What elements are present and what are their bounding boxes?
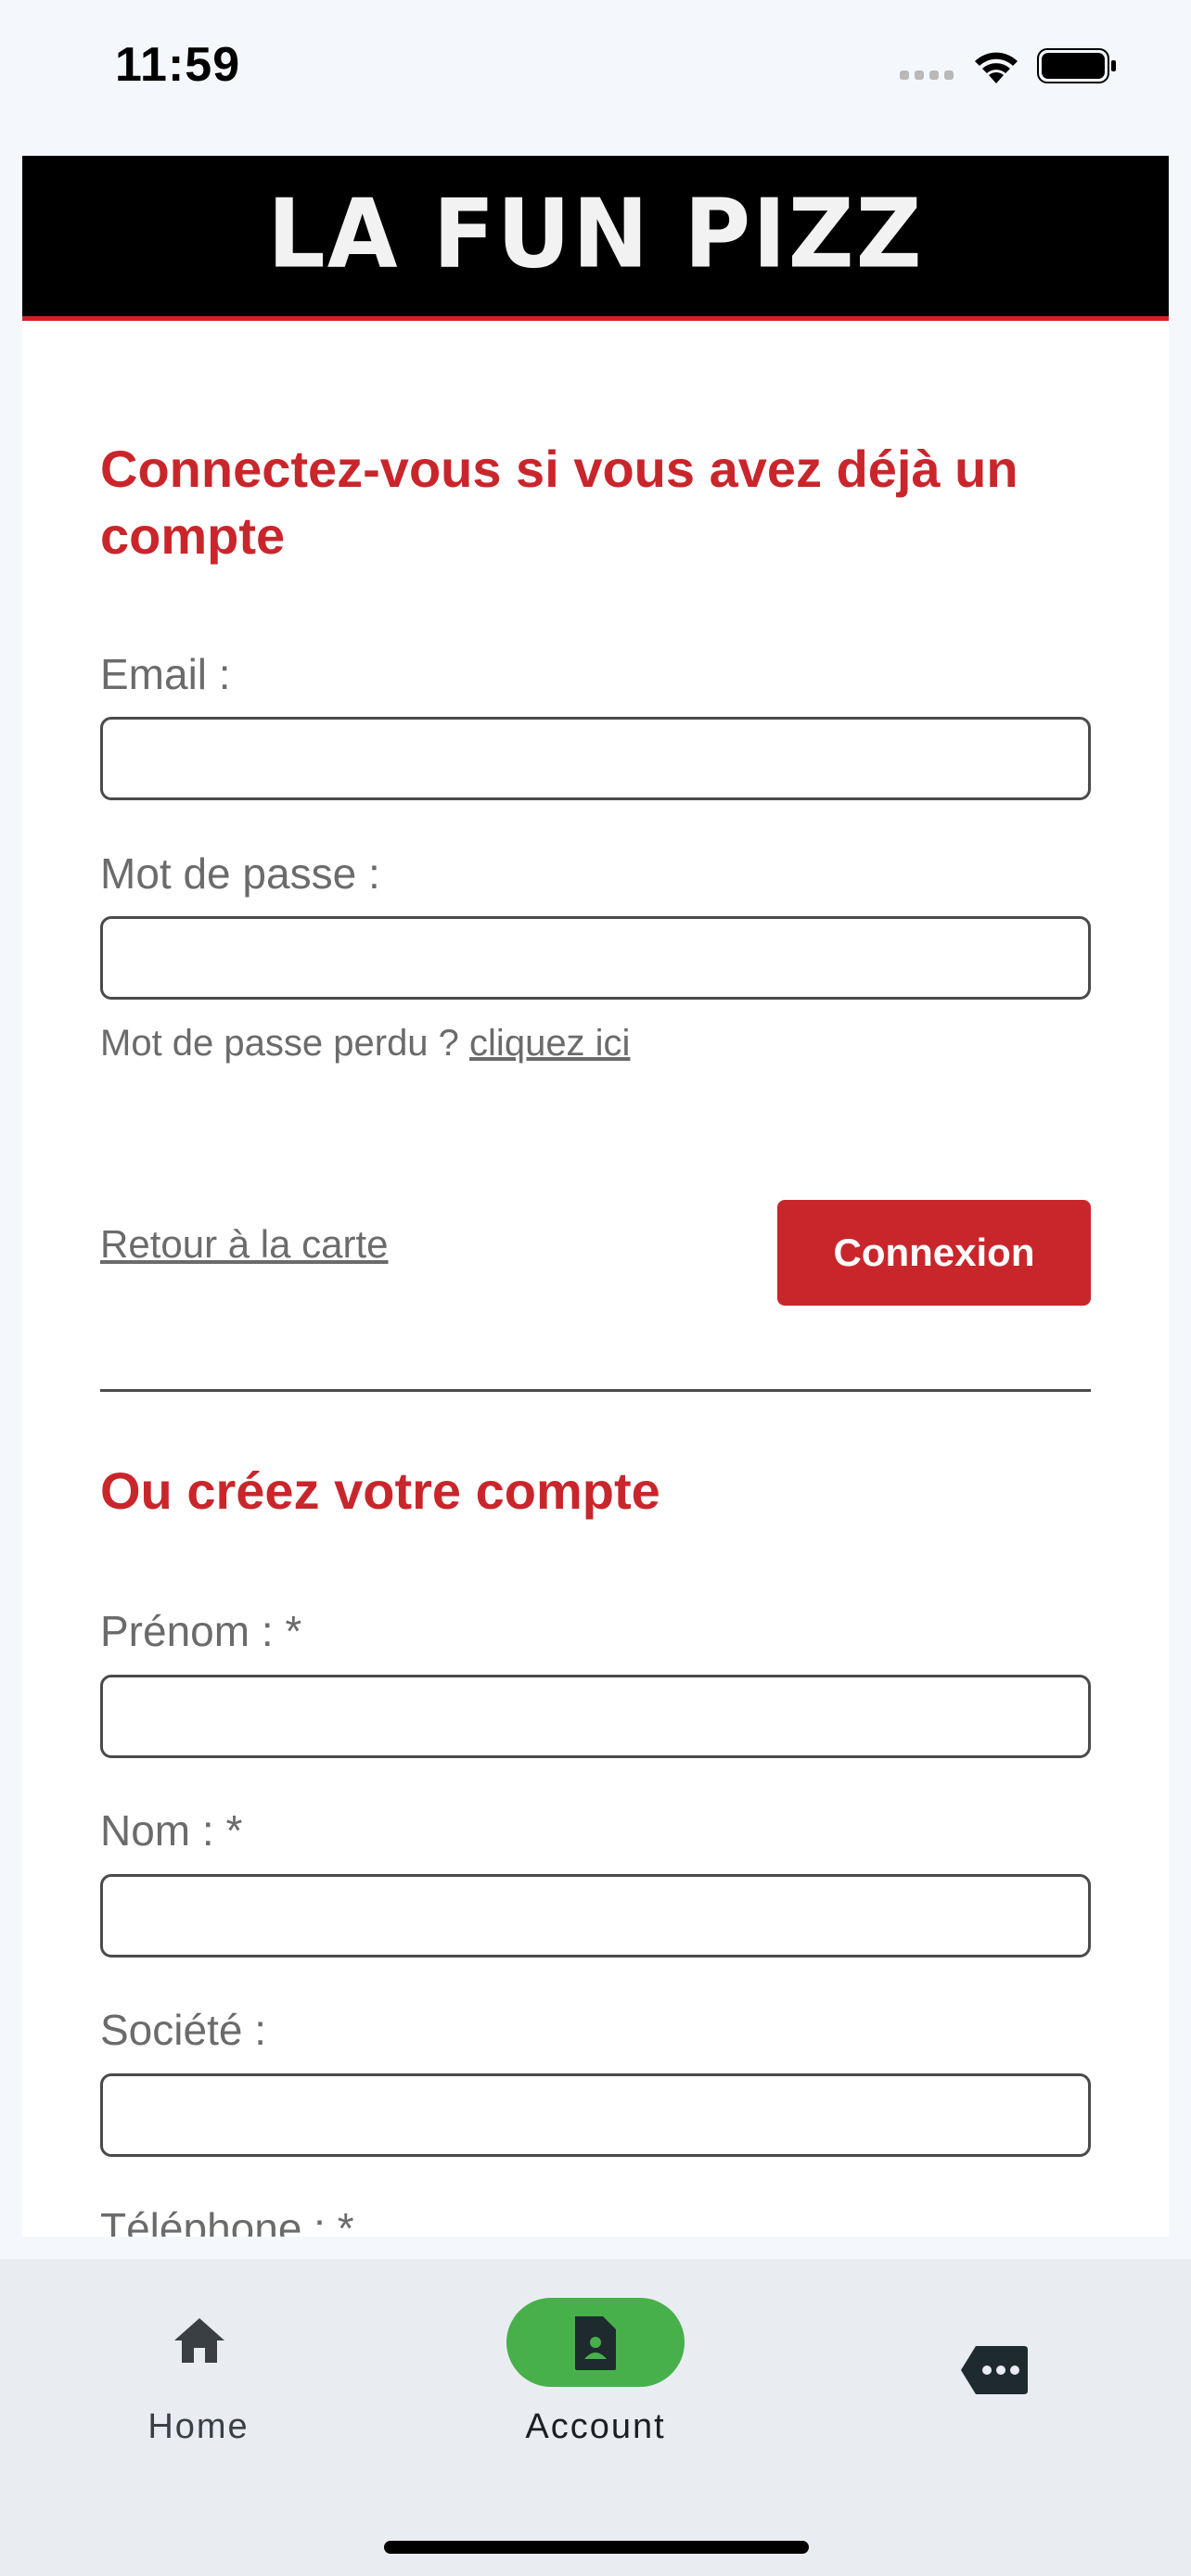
home-indicator xyxy=(384,2541,809,2554)
back-to-menu-link[interactable]: Retour à la carte xyxy=(100,1222,389,1267)
forgot-password-helper: Mot de passe perdu ? cliquez ici xyxy=(100,1023,630,1065)
content-card: LA FUN PIZZ Connectez-vous si vous avez … xyxy=(22,156,1169,2237)
email-label: Email : xyxy=(100,650,231,698)
firstname-field[interactable] xyxy=(100,1675,1091,1758)
status-time: 11:59 xyxy=(115,38,241,92)
lastname-label: Nom : * xyxy=(100,1806,243,1855)
wifi-icon xyxy=(975,52,1018,83)
forgot-password-link[interactable]: cliquez ici xyxy=(469,1023,630,1064)
tab-home-label: Home xyxy=(147,2407,250,2446)
home-icon xyxy=(174,2318,224,2363)
status-bar: 11:59 xyxy=(0,0,1191,139)
password-field[interactable] xyxy=(100,916,1091,1000)
tab-account[interactable]: Account xyxy=(503,2259,688,2446)
forgot-password-text: Mot de passe perdu ? xyxy=(100,1023,459,1064)
brand-logo: LA FUN PIZZ xyxy=(267,179,924,290)
register-section-title: Ou créez votre compte xyxy=(100,1461,660,1520)
company-field[interactable] xyxy=(100,2073,1091,2157)
login-button[interactable]: Connexion xyxy=(777,1200,1091,1306)
tab-bar: Home Account xyxy=(0,2259,1191,2576)
cellular-signal-icon xyxy=(900,70,954,80)
login-section-title: Connectez-vous si vous avez déjà un comp… xyxy=(100,440,1018,565)
password-label: Mot de passe : xyxy=(100,849,380,898)
tab-more[interactable] xyxy=(900,2259,1085,2444)
header-banner: LA FUN PIZZ xyxy=(22,156,1169,321)
firstname-label: Prénom : * xyxy=(100,1607,302,1655)
tab-account-label: Account xyxy=(525,2407,666,2446)
more-messages-icon xyxy=(961,2346,1028,2394)
phone-label: Téléphone : * xyxy=(100,2204,354,2237)
account-badge-icon xyxy=(575,2316,616,2370)
battery-icon xyxy=(1037,48,1116,83)
company-label: Société : xyxy=(100,2006,266,2054)
lastname-field[interactable] xyxy=(100,1874,1091,1958)
email-field[interactable] xyxy=(100,717,1091,800)
tab-home[interactable]: Home xyxy=(106,2259,291,2446)
section-divider xyxy=(100,1389,1091,1392)
